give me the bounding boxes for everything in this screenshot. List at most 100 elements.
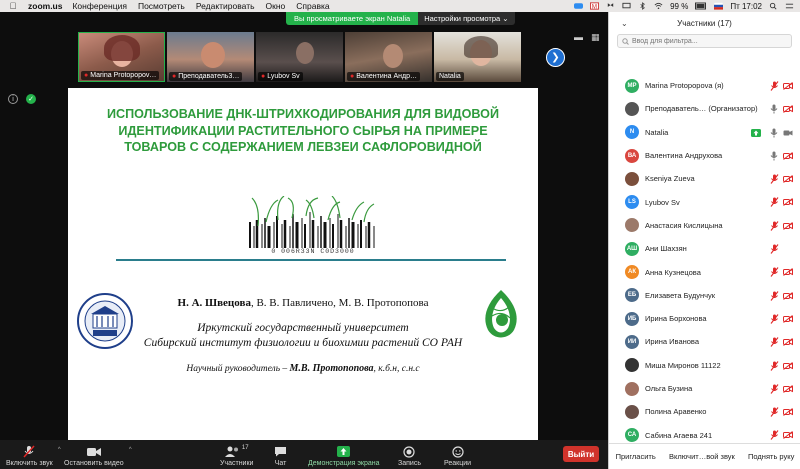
supervisor-prefix: Научный руководитель – <box>186 364 290 374</box>
participant-row[interactable]: ЕБ Елизавета Будунчук <box>609 284 800 307</box>
mic-muted-icon[interactable] <box>769 197 779 208</box>
participant-name: Преподаватель… (Организатор) <box>645 104 758 114</box>
video-thumbnail[interactable]: ● Marina Protopopov… <box>78 32 165 82</box>
camera-off-icon[interactable] <box>783 430 793 440</box>
menu-app-name[interactable]: zoom.us <box>28 1 62 11</box>
participants-label: Участники <box>220 460 254 467</box>
apple-menu-icon[interactable]:  <box>8 1 18 11</box>
flag-ru-icon[interactable] <box>714 2 724 10</box>
participant-row[interactable]: Миша Миронов 11122 <box>609 354 800 377</box>
camera-off-icon[interactable] <box>783 197 793 207</box>
mic-muted-icon[interactable] <box>769 290 779 301</box>
chevron-up-icon[interactable]: ^ <box>58 447 61 453</box>
participants-search-input[interactable] <box>632 37 782 45</box>
record-button[interactable]: Запись <box>398 445 421 467</box>
clock[interactable]: Пт 17:02 <box>730 2 762 11</box>
menu-view[interactable]: Посмотреть <box>138 1 185 11</box>
participant-row[interactable]: АК Анна Кузнецова <box>609 260 800 283</box>
info-icon[interactable]: i <box>8 94 18 104</box>
grid-view-icon[interactable]: ▦ <box>591 32 600 43</box>
camera-off-icon[interactable] <box>783 174 793 184</box>
camera-off-icon[interactable] <box>783 407 793 417</box>
invite-button[interactable]: Пригласить <box>613 450 659 463</box>
search-icon[interactable] <box>769 2 778 10</box>
unmute-all-button[interactable]: Включит…вой звук <box>666 450 738 463</box>
raise-hand-button[interactable]: Поднять руку <box>745 450 797 463</box>
chevron-up-icon[interactable]: ^ <box>129 447 132 453</box>
menu-edit[interactable]: Редактировать <box>196 1 255 11</box>
participant-row[interactable]: АШ Ани Шахзян <box>609 237 800 260</box>
mic-muted-icon[interactable] <box>769 174 779 185</box>
participant-row[interactable]: MP Marina Protopopova (я) <box>609 74 800 97</box>
unmute-button[interactable]: Включить звук ^ <box>6 445 61 467</box>
participant-row[interactable]: Анастасия Кислицына <box>609 214 800 237</box>
mail-icon[interactable]: M <box>590 2 600 10</box>
security-shield-icon[interactable]: ✓ <box>26 94 36 104</box>
reactions-button[interactable]: Реакции <box>444 445 471 467</box>
camera-off-icon[interactable] <box>783 151 793 161</box>
share-screen-icon <box>337 445 351 458</box>
camera-off-icon[interactable] <box>783 314 793 324</box>
camera-icon[interactable] <box>783 128 793 138</box>
video-thumbnail[interactable]: Natalia <box>434 32 521 82</box>
share-screen-button[interactable]: Демонстрация экрана <box>308 445 380 467</box>
mic-muted-icon[interactable] <box>769 337 779 348</box>
share-screen-label: Демонстрация экрана <box>308 460 380 467</box>
bluetooth-icon[interactable] <box>638 2 647 10</box>
video-thumbnail[interactable]: ● Lyubov Sv <box>256 32 343 82</box>
camera-off-icon[interactable] <box>783 104 793 114</box>
mic-muted-icon[interactable] <box>769 407 779 417</box>
mic-muted-icon[interactable] <box>769 267 779 278</box>
leave-meeting-button[interactable]: Выйти <box>563 446 599 462</box>
participant-row[interactable]: ИБ Ирина Борхонова <box>609 307 800 330</box>
participant-row[interactable]: Преподаватель… (Организатор) <box>609 97 800 120</box>
collapse-panel-icon[interactable]: ⌄ <box>621 19 628 28</box>
mic-muted-icon[interactable] <box>769 314 779 324</box>
participants-button[interactable]: 17 Участники <box>220 445 253 467</box>
mic-icon[interactable] <box>769 128 779 138</box>
participant-row[interactable]: Полина Аравенко <box>609 400 800 423</box>
participant-hair <box>104 35 140 61</box>
participant-name: Валентина Андрухова <box>645 151 723 161</box>
participant-avatar: АК <box>625 265 639 280</box>
camera-off-icon[interactable] <box>783 361 793 371</box>
camera-off-icon[interactable] <box>783 81 793 91</box>
mic-muted-icon[interactable] <box>769 81 779 91</box>
view-options-button[interactable]: Настройки просмотра ⌄ <box>418 12 515 25</box>
video-thumbnail[interactable]: ● Преподаватель3… <box>167 32 254 82</box>
camera-off-icon[interactable] <box>783 221 793 231</box>
minimize-thumbnails-icon[interactable]: ▬ <box>574 32 583 43</box>
participant-row[interactable]: Kseniya Zueva <box>609 167 800 190</box>
participant-row[interactable]: LS Lyubov Sv <box>609 190 800 213</box>
mic-muted-icon[interactable] <box>769 430 779 441</box>
camera-off-icon[interactable] <box>783 384 793 394</box>
battery-icon[interactable] <box>695 2 707 10</box>
participants-icon: 17 <box>224 445 249 458</box>
next-page-arrow-icon[interactable]: ❯ <box>546 48 565 67</box>
menu-conference[interactable]: Конференция <box>72 1 126 11</box>
mic-muted-icon[interactable] <box>769 220 779 231</box>
mic-muted-icon[interactable] <box>769 244 779 254</box>
participant-row[interactable]: Ольга Бузина <box>609 377 800 400</box>
control-center-icon[interactable] <box>785 2 794 10</box>
video-thumbnail[interactable]: ● Валентина Андр… <box>345 32 432 82</box>
participant-row[interactable]: ВА Валентина Андрухова <box>609 144 800 167</box>
mic-icon[interactable] <box>769 151 779 161</box>
display-icon[interactable] <box>622 2 631 10</box>
participant-row[interactable]: N Natalia <box>609 121 800 144</box>
camera-off-icon[interactable] <box>783 267 793 277</box>
mic-muted-icon[interactable] <box>769 384 779 394</box>
participant-name: Ирина Иванова <box>645 337 699 347</box>
zoom-tray-icon[interactable] <box>574 2 584 10</box>
camera-off-icon[interactable] <box>783 291 793 301</box>
mic-icon[interactable] <box>769 104 779 114</box>
participant-row[interactable]: ИИ Ирина Иванова <box>609 330 800 353</box>
chat-button[interactable]: Чат <box>274 445 287 467</box>
wifi-icon[interactable] <box>654 2 663 10</box>
menu-window[interactable]: Окно <box>266 1 286 11</box>
camera-off-icon[interactable] <box>783 337 793 347</box>
dropbox-icon[interactable] <box>606 2 615 10</box>
mic-muted-icon[interactable] <box>769 360 779 371</box>
stop-video-button[interactable]: Остановить видео ^ <box>64 445 132 467</box>
menu-help[interactable]: Справка <box>296 1 329 11</box>
